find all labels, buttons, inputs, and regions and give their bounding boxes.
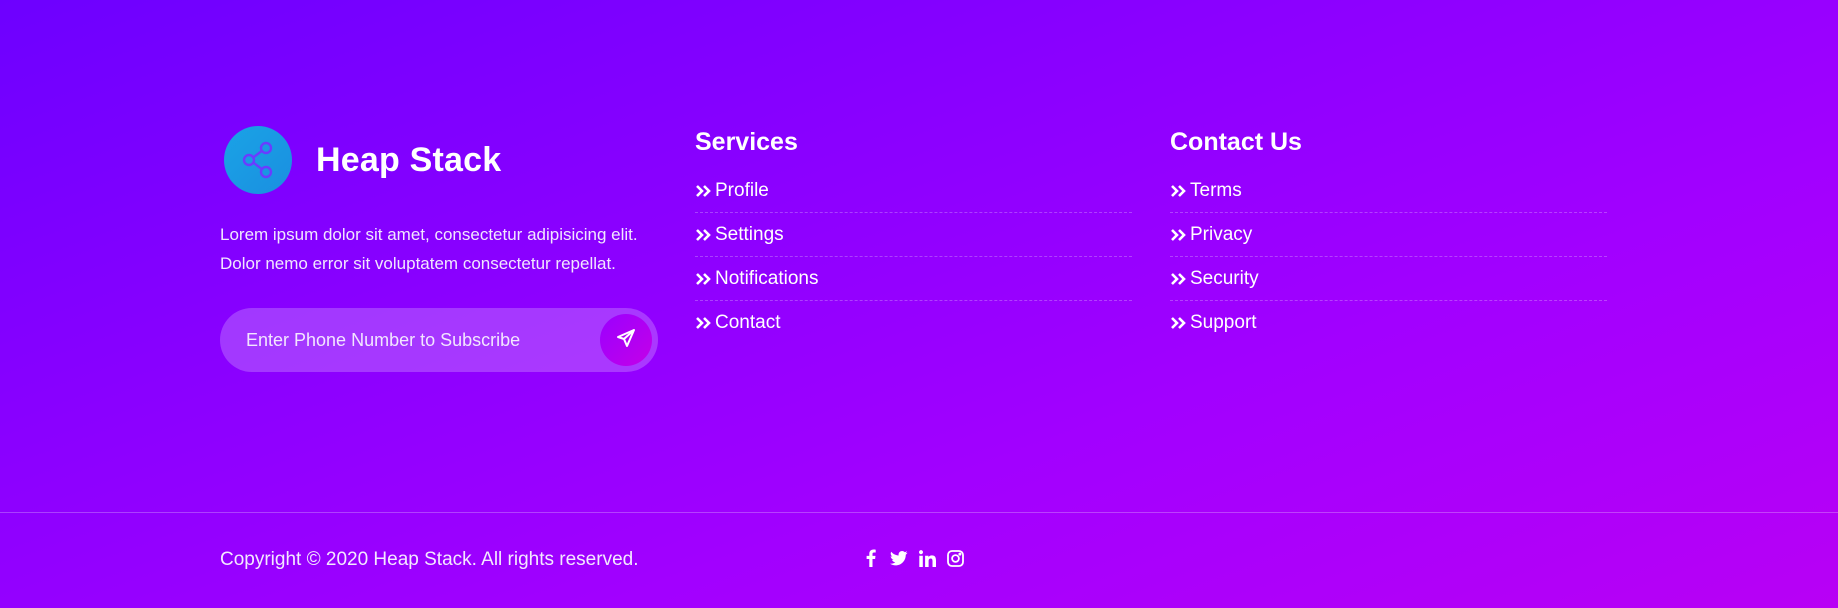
- link-label: Security: [1190, 267, 1259, 289]
- facebook-icon[interactable]: [862, 548, 880, 568]
- double-chevron-right-icon: [1170, 228, 1186, 242]
- linkedin-icon[interactable]: [918, 548, 936, 568]
- services-link-profile[interactable]: Profile: [695, 169, 1132, 213]
- double-chevron-right-icon: [1170, 316, 1186, 330]
- contact-column: Contact Us Terms Privacy Security Suppor…: [1170, 128, 1607, 345]
- services-list: Profile Settings Notifications Contact: [695, 169, 1132, 345]
- double-chevron-right-icon: [695, 272, 711, 286]
- paper-plane-icon: [616, 328, 636, 353]
- copyright-text: Copyright © 2020 Heap Stack. All rights …: [220, 549, 639, 570]
- subscribe-button[interactable]: [600, 314, 652, 366]
- link-label: Support: [1190, 312, 1257, 333]
- services-link-notifications[interactable]: Notifications: [695, 257, 1132, 301]
- link-label: Settings: [715, 223, 784, 245]
- brand-description: Lorem ipsum dolor sit amet, consectetur …: [220, 225, 638, 273]
- link-label: Notifications: [715, 267, 819, 289]
- share-icon[interactable]: [224, 126, 292, 194]
- contact-link-security[interactable]: Security: [1170, 257, 1607, 301]
- link-label: Contact: [715, 312, 781, 333]
- footer-divider: [0, 512, 1838, 513]
- contact-link-privacy[interactable]: Privacy: [1170, 213, 1607, 257]
- contact-link-support[interactable]: Support: [1170, 301, 1607, 345]
- services-title: Services: [695, 128, 798, 156]
- phone-subscribe-input[interactable]: [246, 329, 586, 351]
- link-label: Privacy: [1190, 223, 1253, 245]
- contact-list: Terms Privacy Security Support: [1170, 169, 1607, 345]
- contact-title: Contact Us: [1170, 128, 1302, 156]
- instagram-icon[interactable]: [946, 548, 964, 568]
- link-label: Terms: [1190, 179, 1242, 201]
- brand-row: Heap Stack: [220, 126, 660, 194]
- services-column: Services Profile Settings Notifications: [695, 128, 1132, 345]
- double-chevron-right-icon: [695, 228, 711, 242]
- double-chevron-right-icon: [695, 184, 711, 198]
- link-label: Profile: [715, 179, 769, 201]
- double-chevron-right-icon: [1170, 272, 1186, 286]
- subscribe-form: [220, 308, 658, 372]
- social-links: [862, 548, 964, 568]
- services-link-settings[interactable]: Settings: [695, 213, 1132, 257]
- services-link-contact[interactable]: Contact: [695, 301, 1132, 345]
- contact-link-terms[interactable]: Terms: [1170, 169, 1607, 213]
- brand-column: Heap Stack Lorem ipsum dolor sit amet, c…: [220, 126, 660, 372]
- footer-main: Heap Stack Lorem ipsum dolor sit amet, c…: [0, 0, 1838, 512]
- double-chevron-right-icon: [695, 316, 711, 330]
- twitter-icon[interactable]: [890, 548, 908, 568]
- brand-name: Heap Stack: [316, 140, 502, 179]
- double-chevron-right-icon: [1170, 184, 1186, 198]
